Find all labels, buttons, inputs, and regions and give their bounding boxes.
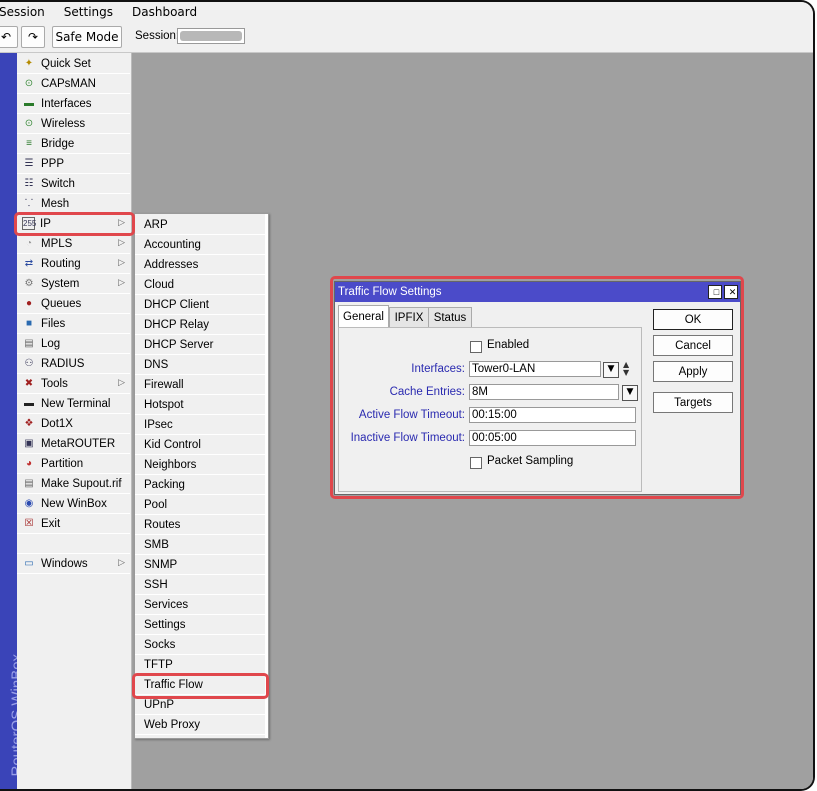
sidebar-item-new-winbox[interactable]: ◉ New WinBox [17,494,130,514]
ip-menu-dhcp-relay[interactable]: DHCP Relay [135,315,268,335]
safe-mode-button[interactable]: Safe Mode [52,26,122,48]
sidebar-item-tools[interactable]: ✖ Tools ▷ [17,374,130,394]
ip-menu-services[interactable]: Services [135,595,268,615]
submenu-arrow-icon: ▷ [118,277,125,287]
ip-menu-hotspot[interactable]: Hotspot [135,395,268,415]
sidebar-item-capsman[interactable]: ⊙ CAPsMAN [17,74,130,94]
sidebar-item-mesh[interactable]: ⸪ Mesh [17,194,130,214]
sidebar-item-quick-set[interactable]: ✦ Quick Set [17,54,130,74]
submenu-arrow-icon: ▷ [118,557,125,567]
sidebar-item-switch[interactable]: ☷ Switch [17,174,130,194]
sidebar-item-partition[interactable]: ◕ Partition [17,454,130,474]
ip-menu-neighbors[interactable]: Neighbors [135,455,268,475]
toolbar: ↶ ↷ Safe Mode Session: [0,22,813,53]
redo-button[interactable]: ↷ [21,26,45,48]
winbox-window: Session Settings Dashboard ↶ ↷ Safe Mode… [0,0,815,791]
submenu-arrow-icon: ▷ [118,237,125,247]
sidebar-item-queues[interactable]: ● Queues [17,294,130,314]
sidebar-item-windows[interactable]: ▭ Windows ▷ [17,554,130,574]
submenu-arrow-icon: ▷ [118,377,125,387]
ip-menu-arp[interactable]: ARP [135,215,268,235]
ppp-icon: ☰ [24,157,34,169]
antenna-icon: ⊙ [24,77,34,89]
sidebar: ✦ Quick Set ⊙ CAPsMAN ▬ Interfaces ⊙ Wireles… [17,53,132,789]
sidebar-item-make-supout[interactable]: ▤ Make Supout.rif [17,474,130,494]
gear-icon: ⚙ [24,277,34,289]
undo-button[interactable]: ↶ [0,26,18,48]
mpls-icon: ◔ [25,237,33,249]
wireless-icon: ⊙ [24,117,34,129]
tools-icon: ✖ [24,377,34,389]
metarouter-icon: ▣ [24,437,34,449]
ip-menu-socks[interactable]: Socks [135,635,268,655]
session-field[interactable] [177,28,245,44]
ip-menu-smb[interactable]: SMB [135,535,268,555]
ip-menu-web-proxy[interactable]: Web Proxy [135,715,268,735]
ip-menu-dhcp-client[interactable]: DHCP Client [135,295,268,315]
traffic-flow-highlight [132,673,269,699]
ip-menu-cloud[interactable]: Cloud [135,275,268,295]
switch-icon: ☷ [24,177,34,189]
sidebar-item-files[interactable]: ■ Files [17,314,130,334]
ip-submenu: ARP Accounting Addresses Cloud DHCP Clie… [134,213,269,739]
bridge-icon: ≡ [26,137,32,149]
sidebar-item-log[interactable]: ▤ Log [17,334,130,354]
ip-menu-highlight [14,212,135,236]
log-icon: ▤ [24,337,34,349]
menu-dashboard[interactable]: Dashboard [132,5,197,19]
queues-icon: ● [25,297,33,309]
sidebar-item-routing[interactable]: ⇄ Routing ▷ [17,254,130,274]
submenu-arrow-icon: ▷ [118,257,125,267]
ip-menu-ssh[interactable]: SSH [135,575,268,595]
sidebar-item-interfaces[interactable]: ▬ Interfaces [17,94,130,114]
ip-menu-tftp[interactable]: TFTP [135,655,268,675]
mesh-icon: ⸪ [24,197,34,209]
window-icon: ▭ [24,557,34,569]
ip-menu-pool[interactable]: Pool [135,495,268,515]
session-label: Session: [135,30,180,42]
sidebar-item-radius[interactable]: ⚇ RADIUS [17,354,130,374]
sidebar-item-dot1x[interactable]: ❖ Dot1X [17,414,130,434]
menu-settings[interactable]: Settings [64,5,113,19]
sidebar-item-new-terminal[interactable]: ▬ New Terminal [17,394,130,414]
sidebar-item-system[interactable]: ⚙ System ▷ [17,274,130,294]
interfaces-icon: ▬ [24,97,34,109]
globe-icon: ◉ [24,497,34,509]
ip-menu-dhcp-server[interactable]: DHCP Server [135,335,268,355]
redo-icon: ↷ [27,30,39,44]
session-value-redacted [180,31,242,41]
ip-menu-kid-control[interactable]: Kid Control [135,435,268,455]
ip-menu-ipsec[interactable]: IPsec [135,415,268,435]
ip-menu-accounting[interactable]: Accounting [135,235,268,255]
ip-menu-snmp[interactable]: SNMP [135,555,268,575]
document-icon: ▤ [24,477,34,489]
folder-icon: ■ [25,317,33,329]
pie-icon: ◕ [25,457,33,469]
sidebar-item-bridge[interactable]: ≡ Bridge [17,134,130,154]
radius-icon: ⚇ [24,357,34,369]
menu-session[interactable]: Session [0,5,45,19]
sidebar-item-ppp[interactable]: ☰ PPP [17,154,130,174]
ip-menu-addresses[interactable]: Addresses [135,255,268,275]
menu-bar: Session Settings Dashboard [0,2,813,22]
dot1x-icon: ❖ [24,417,34,429]
dialog-highlight [330,276,744,499]
exit-icon: ☒ [24,517,34,529]
ip-menu-firewall[interactable]: Firewall [135,375,268,395]
brand-bar: RouterOS WinBox [0,53,26,789]
undo-icon: ↶ [0,30,12,44]
sidebar-item-mpls[interactable]: ◔ MPLS ▷ [17,234,130,254]
sidebar-item-wireless[interactable]: ⊙ Wireless [17,114,130,134]
wand-icon: ✦ [24,57,34,69]
ip-menu-packing[interactable]: Packing [135,475,268,495]
terminal-icon: ▬ [24,397,34,409]
sidebar-item-exit[interactable]: ☒ Exit [17,514,130,534]
ip-menu-dns[interactable]: DNS [135,355,268,375]
sidebar-spacer [17,534,130,554]
ip-menu-settings[interactable]: Settings [135,615,268,635]
routing-icon: ⇄ [24,257,34,269]
ip-menu-routes[interactable]: Routes [135,515,268,535]
sidebar-item-metarouter[interactable]: ▣ MetaROUTER [17,434,130,454]
